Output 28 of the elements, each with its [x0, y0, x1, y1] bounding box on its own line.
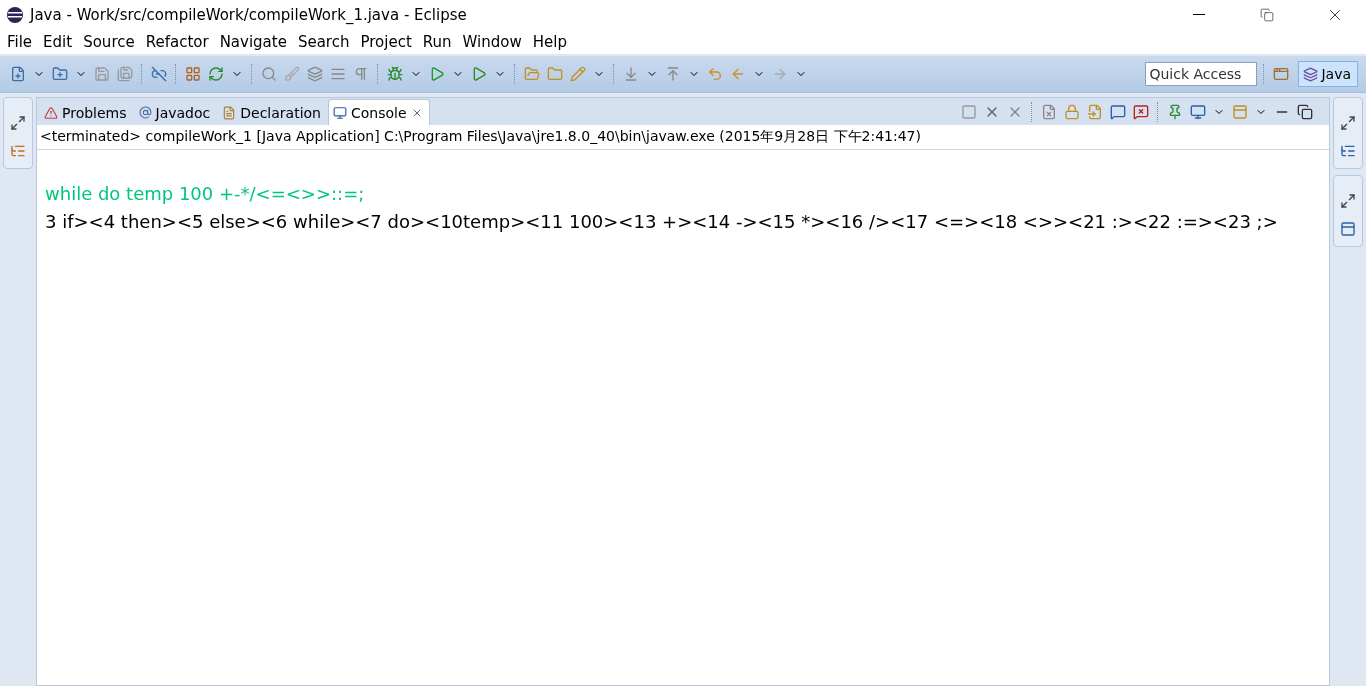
menu-item[interactable]: Project	[356, 30, 419, 54]
eclipse-logo-icon	[6, 6, 24, 24]
console-line: 3 if><4 then><5 else><6 while><7 do><10temp><11 100><13 +><14 -><15 *><16 /><17 <=><18 <>><21 :><22 :=><23 ;>	[44, 210, 1279, 234]
menu-item[interactable]: Search	[293, 30, 357, 54]
document-icon	[222, 105, 237, 120]
at-sign-icon	[138, 106, 152, 119]
view-tab[interactable]: Declaration	[217, 99, 328, 125]
minimize-icon	[1193, 14, 1205, 16]
menu-item[interactable]: Refactor	[141, 30, 216, 54]
window-title: Java - Work/src/compileWork/compileWork_1.java - Eclipse	[30, 6, 468, 24]
menu-item[interactable]: File	[3, 30, 40, 54]
warning-icon	[44, 105, 58, 120]
menu-item[interactable]: Edit	[39, 30, 80, 54]
menu-item[interactable]: Source	[79, 30, 142, 54]
java-perspective-button[interactable]: Java	[1298, 61, 1358, 87]
quick-access-field[interactable]: Quick Access	[1145, 62, 1258, 86]
view-tab[interactable]: Console	[328, 99, 430, 125]
restore-icon	[1260, 8, 1274, 22]
menu-item[interactable]: Help	[528, 30, 574, 54]
view-tab[interactable]: Problems	[39, 99, 134, 125]
layers-icon	[1303, 66, 1319, 82]
menu-item[interactable]: Window	[458, 30, 529, 54]
view-tab[interactable]: Javadoc	[133, 99, 218, 125]
console-line: while do temp 100 +-*/<=<>>::=;	[44, 182, 366, 206]
console-header: <terminated> compileWork_1 [Java Application] C:\Program Files\Java\jre1.8.0_40\bin\javaw.exe (2015年9月28日 下午2:41:47)	[37, 125, 1329, 150]
monitor-icon	[333, 105, 347, 120]
menu-item[interactable]: Run	[418, 30, 459, 54]
menu-item[interactable]: Navigate	[215, 30, 294, 54]
